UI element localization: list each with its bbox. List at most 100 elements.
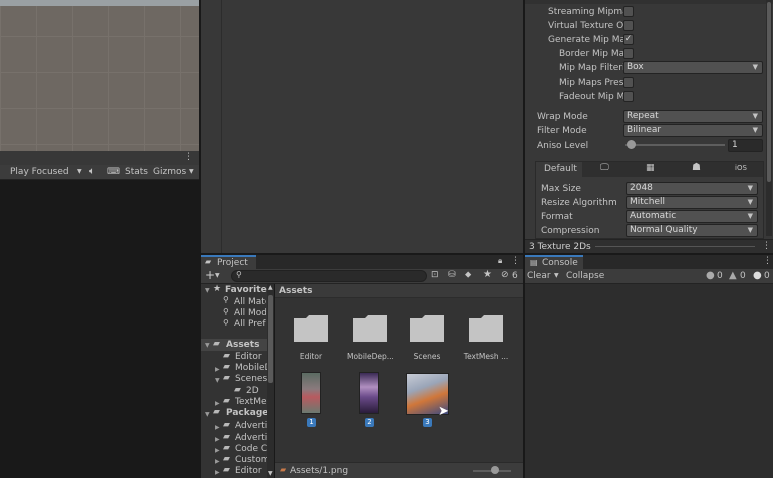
tree-package-editor-coroutines[interactable]: Editor C — [235, 466, 265, 476]
filter-mode-dropdown[interactable]: Bilinear ▼ — [623, 124, 763, 137]
collapse-arrow-icon[interactable]: ▶ — [215, 366, 220, 373]
tree-package-custom[interactable]: Custom — [235, 455, 267, 465]
tree-package-code-coverage[interactable]: Code C — [235, 444, 267, 454]
gizmos-button[interactable]: Gizmos — [153, 167, 186, 177]
resize-algorithm-dropdown[interactable]: Mitchell ▼ — [626, 196, 758, 209]
warning-icon[interactable]: ▲ — [729, 270, 737, 281]
error-icon[interactable]: ● — [753, 270, 762, 281]
folder-item-textmesh[interactable]: TextMesh ... — [463, 312, 509, 364]
tree-package-advertisement-2[interactable]: Advertis — [235, 433, 267, 443]
error-count: 0 — [764, 271, 770, 281]
search-input[interactable]: ⚲ — [231, 270, 427, 282]
expand-arrow-icon[interactable]: ▼ — [205, 411, 210, 418]
collapse-arrow-icon[interactable]: ▶ — [215, 400, 220, 407]
lock-icon[interactable]: 🔒︎ — [498, 256, 502, 266]
compression-dropdown[interactable]: Normal Quality ▼ — [626, 224, 758, 237]
mipmap-filtering-dropdown[interactable]: Box ▼ — [623, 61, 763, 74]
collapse-arrow-icon[interactable]: ▶ — [215, 424, 220, 431]
format-label: Format — [541, 212, 573, 222]
tree-folder-mobile[interactable]: MobileD — [235, 363, 267, 373]
tree-scroll-thumb[interactable] — [268, 295, 273, 383]
image-label: 1 — [307, 418, 316, 427]
kebab-menu-icon[interactable]: ⋮ — [184, 152, 193, 162]
fadeout-mipmap-checkbox[interactable] — [623, 91, 634, 102]
image-asset-1[interactable]: 1 — [299, 372, 323, 428]
collapse-arrow-icon[interactable]: ▶ — [215, 469, 220, 476]
inspector-scrollbar[interactable] — [766, 0, 772, 236]
streaming-mipmap-checkbox[interactable] — [623, 6, 634, 17]
tab-project[interactable]: ▰ Project — [201, 255, 256, 269]
tree-folder-scenes[interactable]: Scenes — [235, 374, 267, 384]
aniso-level-slider-thumb[interactable] — [627, 140, 636, 149]
wrap-mode-dropdown[interactable]: Repeat ▼ — [623, 110, 763, 123]
audio-mute-icon[interactable]: 🔈︎ — [89, 166, 95, 177]
search-by-label-icon[interactable]: ⛁ — [448, 270, 456, 280]
aniso-level-input[interactable]: 1 — [728, 139, 763, 152]
scene-panel — [201, 0, 523, 253]
tab-android[interactable]: ☗ — [675, 162, 720, 177]
tab-webgl[interactable]: ▦ — [629, 162, 674, 177]
tree-packages-header[interactable]: Packages — [226, 408, 268, 418]
favorite-all-models[interactable]: All Mod — [234, 308, 266, 318]
virtual-texture-checkbox[interactable] — [623, 20, 634, 31]
collapse-arrow-icon[interactable]: ▶ — [215, 447, 220, 454]
tree-folder-editor[interactable]: Editor — [235, 352, 267, 362]
game-view-canvas[interactable] — [0, 0, 199, 151]
tab-standalone[interactable]: 🖵︎ — [583, 162, 628, 177]
resize-algorithm-label: Resize Algorithm — [541, 198, 617, 208]
console-toolbar: Clear ▼ Collapse ● 0 ▲ 0 ● 0 — [525, 269, 773, 284]
favorite-all-prefabs[interactable]: All Prefa — [234, 319, 266, 329]
collapse-arrow-icon[interactable]: ▶ — [215, 436, 220, 443]
chevron-down-icon[interactable]: ▼ — [215, 272, 220, 279]
thumbnail-size-slider-thumb[interactable] — [491, 466, 499, 474]
expand-arrow-icon[interactable]: ▼ — [205, 287, 210, 294]
image-asset-3[interactable]: 3 — [405, 372, 451, 428]
kebab-menu-icon[interactable]: ⋮ — [763, 256, 772, 266]
create-add-button[interactable]: + — [205, 268, 215, 282]
scroll-up-icon[interactable]: ▲ — [268, 284, 273, 291]
tree-assets-header[interactable]: Assets — [226, 340, 259, 350]
kebab-menu-icon[interactable]: ⋮ — [762, 241, 771, 251]
tree-folder-textmesh[interactable]: TextMe — [235, 397, 267, 407]
folder-item-editor[interactable]: Editor — [290, 312, 332, 364]
mipmaps-preserve-checkbox[interactable] — [623, 77, 634, 88]
play-focused-dropdown[interactable]: Play Focused — [10, 167, 82, 177]
tab-console[interactable]: ▤ Console — [525, 255, 583, 269]
aniso-level-slider-track[interactable] — [625, 144, 725, 146]
format-dropdown[interactable]: Automatic ▼ — [626, 210, 758, 223]
search-by-type-icon[interactable]: ⊡ — [431, 270, 439, 280]
tree-scrollbar[interactable]: ▲ ▼ — [267, 284, 274, 478]
tab-default[interactable]: Default — [536, 162, 582, 177]
chevron-down-icon[interactable]: ▼ — [554, 272, 559, 279]
inspector-scroll-thumb[interactable] — [767, 2, 771, 182]
kebab-menu-icon[interactable]: ⋮ — [511, 256, 520, 266]
tab-ios[interactable]: iOS — [721, 162, 763, 177]
favorite-all-materials[interactable]: All Mate — [234, 297, 266, 307]
tree-folder-2d[interactable]: 2D — [246, 386, 268, 396]
chevron-down-icon[interactable]: ▼ — [189, 168, 194, 175]
info-icon[interactable]: ● — [706, 270, 715, 281]
favorite-star-icon[interactable]: ★ — [483, 269, 492, 280]
expand-arrow-icon[interactable]: ▼ — [215, 377, 220, 384]
preview-resize-handle[interactable] — [595, 246, 755, 247]
max-size-dropdown[interactable]: 2048 ▼ — [626, 182, 758, 195]
collapse-button[interactable]: Collapse — [566, 271, 604, 281]
keyboard-icon[interactable]: ⌨︎ — [107, 167, 120, 177]
collapse-arrow-icon[interactable]: ▶ — [215, 458, 220, 465]
clear-button[interactable]: Clear — [527, 271, 551, 281]
border-mipmap-checkbox[interactable] — [623, 48, 634, 59]
folder-item-mobiledependency[interactable]: MobileDep... — [347, 312, 393, 364]
tag-icon[interactable]: ⬥ — [465, 270, 471, 280]
console-icon: ▤ — [530, 258, 538, 267]
favorites-header[interactable]: Favorites — [225, 285, 272, 295]
breadcrumb-assets[interactable]: Assets — [279, 286, 312, 296]
stats-button[interactable]: Stats — [125, 167, 148, 177]
image-asset-2[interactable]: 2 — [357, 372, 381, 428]
hidden-packages-icon[interactable]: ⊘ — [501, 270, 509, 280]
generate-mipmap-checkbox[interactable]: ✓ — [623, 34, 634, 45]
expand-arrow-icon[interactable]: ▼ — [205, 342, 210, 349]
scroll-down-icon[interactable]: ▼ — [268, 470, 273, 477]
tree-package-advertisement[interactable]: Advertis — [235, 421, 267, 431]
console-log-area[interactable] — [525, 284, 773, 478]
folder-item-scenes[interactable]: Scenes — [406, 312, 448, 364]
